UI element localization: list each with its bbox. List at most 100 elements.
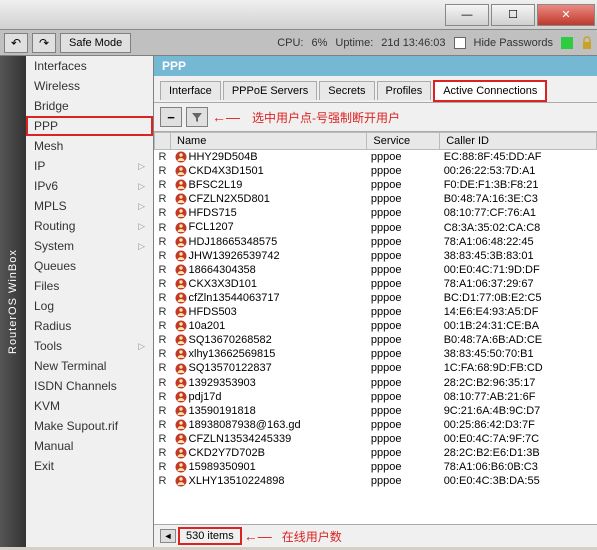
cell-service: pppoe bbox=[367, 361, 440, 375]
sidebar-item-bridge[interactable]: Bridge bbox=[26, 96, 153, 116]
table-row[interactable]: RCKD4X3D1501pppoe00:26:22:53:7D:A1 bbox=[155, 164, 597, 178]
sidebar-item-kvm[interactable]: KVM bbox=[26, 396, 153, 416]
user-icon bbox=[175, 334, 187, 346]
sidebar-item-label: Interfaces bbox=[34, 59, 87, 73]
column-name[interactable]: Name bbox=[171, 133, 367, 150]
row-flag: R bbox=[155, 150, 171, 165]
cell-name: CKD4X3D1501 bbox=[171, 164, 367, 178]
close-button[interactable]: ✕ bbox=[537, 4, 595, 26]
sidebar-item-routing[interactable]: Routing▷ bbox=[26, 216, 153, 236]
table-row[interactable]: RJHW13926539742pppoe38:83:45:3B:83:01 bbox=[155, 249, 597, 263]
sidebar-item-queues[interactable]: Queues bbox=[26, 256, 153, 276]
table-row[interactable]: RHFDS715pppoe08:10:77:CF:76:A1 bbox=[155, 206, 597, 220]
table-row[interactable]: Rpdj17dpppoe08:10:77:AB:21:6F bbox=[155, 390, 597, 404]
minimize-button[interactable]: — bbox=[445, 4, 489, 26]
sidebar-item-label: MPLS bbox=[34, 199, 67, 213]
user-icon bbox=[175, 222, 187, 234]
table-row[interactable]: Rxlhy13662569815pppoe38:83:45:50:70:B1 bbox=[155, 347, 597, 361]
sidebar-item-isdn-channels[interactable]: ISDN Channels bbox=[26, 376, 153, 396]
main-toolbar: ↶ ↷ Safe Mode CPU: 6% Uptime: 21d 13:46:… bbox=[0, 30, 597, 56]
table-row[interactable]: R18938087938@163.gdpppoe00:25:86:42:D3:7… bbox=[155, 418, 597, 432]
cell-name: pdj17d bbox=[171, 390, 367, 404]
sidebar-item-tools[interactable]: Tools▷ bbox=[26, 336, 153, 356]
cell-service: pppoe bbox=[367, 178, 440, 192]
sidebar-item-label: Make Supout.rif bbox=[34, 419, 118, 433]
tab-active-connections[interactable]: Active Connections bbox=[433, 80, 547, 102]
user-icon bbox=[175, 179, 187, 191]
table-row[interactable]: R13590191818pppoe9C:21:6A:4B:9C:D7 bbox=[155, 404, 597, 418]
cell-name: CKX3X3D101 bbox=[171, 277, 367, 291]
redo-button[interactable]: ↷ bbox=[32, 33, 56, 53]
action-row: − ←— 选中用户点-号强制断开用户 bbox=[154, 103, 597, 131]
sidebar-item-system[interactable]: System▷ bbox=[26, 236, 153, 256]
table-row[interactable]: RCKD2Y7D702Bpppoe28:2C:B2:E6:D1:3B bbox=[155, 446, 597, 460]
row-flag: R bbox=[155, 376, 171, 390]
cell-service: pppoe bbox=[367, 192, 440, 206]
sidebar-item-log[interactable]: Log bbox=[26, 296, 153, 316]
cell-callerid: 00:E0:4C:71:9D:DF bbox=[440, 263, 597, 277]
tab-row: InterfacePPPoE ServersSecretsProfilesAct… bbox=[154, 76, 597, 103]
sidebar-item-ppp[interactable]: PPP bbox=[26, 116, 153, 136]
cell-callerid: 78:A1:06:B6:0B:C3 bbox=[440, 460, 597, 474]
table-row[interactable]: RHHY29D504BpppoeEC:88:8F:45:DD:AF bbox=[155, 150, 597, 165]
undo-button[interactable]: ↶ bbox=[4, 33, 28, 53]
cell-service: pppoe bbox=[367, 418, 440, 432]
tab-secrets[interactable]: Secrets bbox=[319, 81, 374, 100]
safe-mode-button[interactable]: Safe Mode bbox=[60, 33, 131, 53]
table-row[interactable]: RCFZLN2X5D801pppoeB0:48:7A:16:3E:C3 bbox=[155, 192, 597, 206]
sidebar-item-mesh[interactable]: Mesh bbox=[26, 136, 153, 156]
sidebar-item-exit[interactable]: Exit bbox=[26, 456, 153, 476]
column-flag[interactable] bbox=[155, 133, 171, 150]
scroll-left-icon[interactable]: ◄ bbox=[160, 529, 176, 543]
tab-interface[interactable]: Interface bbox=[160, 81, 221, 100]
table-row[interactable]: R18664304358pppoe00:E0:4C:71:9D:DF bbox=[155, 263, 597, 277]
cell-callerid: B0:48:7A:16:3E:C3 bbox=[440, 192, 597, 206]
cell-name: 15989350901 bbox=[171, 460, 367, 474]
table-row[interactable]: RSQ13570122837pppoe1C:FA:68:9D:FB:CD bbox=[155, 361, 597, 375]
sidebar-item-radius[interactable]: Radius bbox=[26, 316, 153, 336]
sidebar-item-ipv6[interactable]: IPv6▷ bbox=[26, 176, 153, 196]
table-row[interactable]: R13929353903pppoe28:2C:B2:96:35:17 bbox=[155, 376, 597, 390]
table-row[interactable]: RBFSC2L19pppoeF0:DE:F1:3B:F8:21 bbox=[155, 178, 597, 192]
sidebar-item-manual[interactable]: Manual bbox=[26, 436, 153, 456]
table-row[interactable]: RXLHY13510224898pppoe00:E0:4C:3B:DA:55 bbox=[155, 474, 597, 488]
sidebar-item-wireless[interactable]: Wireless bbox=[26, 76, 153, 96]
filter-button[interactable] bbox=[186, 107, 208, 127]
cell-service: pppoe bbox=[367, 347, 440, 361]
table-row[interactable]: RCFZLN13534245339pppoe00:E0:4C:7A:9F:7C bbox=[155, 432, 597, 446]
remove-button[interactable]: − bbox=[160, 107, 182, 127]
cell-callerid: 78:A1:06:48:22:45 bbox=[440, 235, 597, 249]
tab-pppoe-servers[interactable]: PPPoE Servers bbox=[223, 81, 317, 100]
cell-callerid: 00:E0:4C:7A:9F:7C bbox=[440, 432, 597, 446]
cell-name: 13590191818 bbox=[171, 404, 367, 418]
table-row[interactable]: RHDJ18665348575pppoe78:A1:06:48:22:45 bbox=[155, 235, 597, 249]
user-icon bbox=[175, 292, 187, 304]
maximize-button[interactable]: ☐ bbox=[491, 4, 535, 26]
user-icon bbox=[175, 348, 187, 360]
column-service[interactable]: Service bbox=[367, 133, 440, 150]
column-caller-id[interactable]: Caller ID bbox=[440, 133, 597, 150]
cell-service: pppoe bbox=[367, 220, 440, 234]
table-row[interactable]: R15989350901pppoe78:A1:06:B6:0B:C3 bbox=[155, 460, 597, 474]
status-bar: ◄ 530 items ←— 在线用户数 bbox=[154, 524, 597, 547]
sidebar-item-label: Routing bbox=[34, 219, 75, 233]
row-flag: R bbox=[155, 390, 171, 404]
arrow-icon: ←— bbox=[244, 528, 272, 544]
table-row[interactable]: RSQ13670268582pppoeB0:48:7A:6B:AD:CE bbox=[155, 333, 597, 347]
table-row[interactable]: RHFDS503pppoe14:E6:E4:93:A5:DF bbox=[155, 305, 597, 319]
table-row[interactable]: RCKX3X3D101pppoe78:A1:06:37:29:67 bbox=[155, 277, 597, 291]
sidebar-item-files[interactable]: Files bbox=[26, 276, 153, 296]
hide-passwords-checkbox[interactable] bbox=[454, 37, 466, 49]
tab-profiles[interactable]: Profiles bbox=[377, 81, 432, 100]
table-row[interactable]: R10a201pppoe00:1B:24:31:CE:BA bbox=[155, 319, 597, 333]
sidebar-item-make-supout.rif[interactable]: Make Supout.rif bbox=[26, 416, 153, 436]
table-row[interactable]: RcfZln13544063717pppoeBC:D1:77:0B:E2:C5 bbox=[155, 291, 597, 305]
sidebar-item-mpls[interactable]: MPLS▷ bbox=[26, 196, 153, 216]
cell-callerid: B0:48:7A:6B:AD:CE bbox=[440, 333, 597, 347]
user-icon bbox=[175, 250, 187, 262]
sidebar-item-ip[interactable]: IP▷ bbox=[26, 156, 153, 176]
sidebar-item-interfaces[interactable]: Interfaces bbox=[26, 56, 153, 76]
table-row[interactable]: RFCL1207pppoeC8:3A:35:02:CA:C8 bbox=[155, 220, 597, 234]
row-flag: R bbox=[155, 192, 171, 206]
sidebar-item-new-terminal[interactable]: New Terminal bbox=[26, 356, 153, 376]
